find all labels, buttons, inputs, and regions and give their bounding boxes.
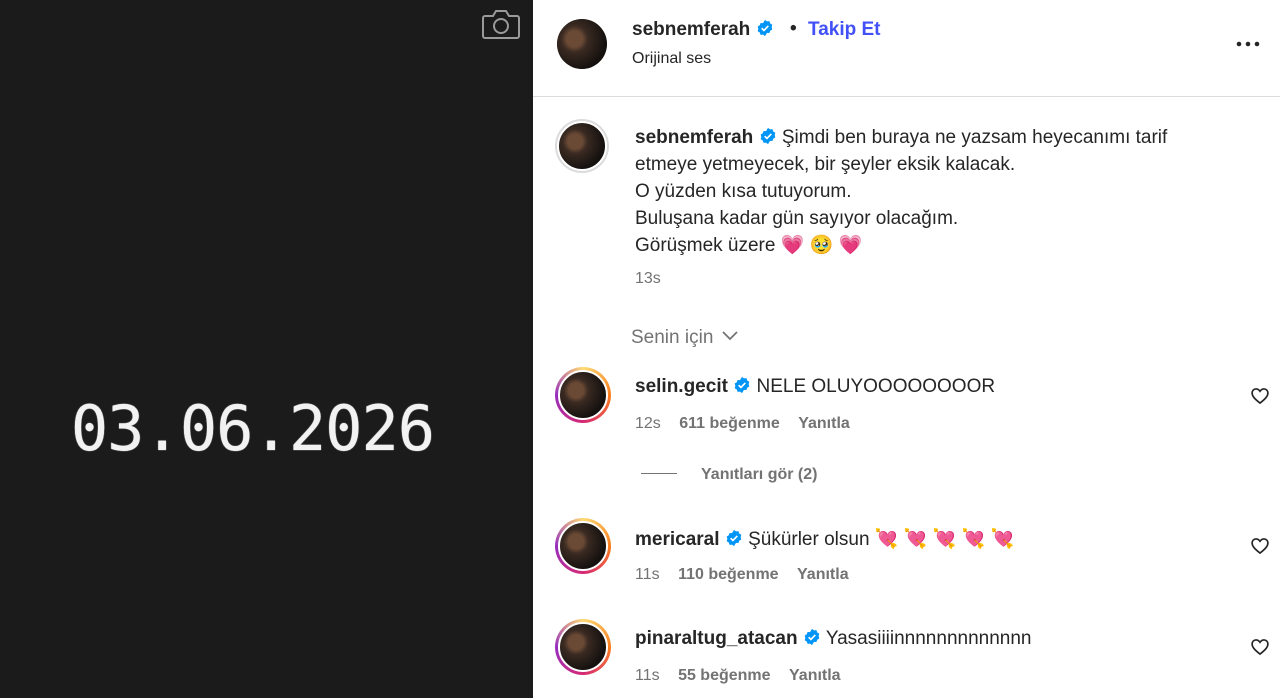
comment-sort-label: Senin için: [631, 327, 714, 348]
comment-sort-dropdown[interactable]: Senin için: [631, 327, 738, 349]
verified-badge-icon: [760, 127, 775, 145]
like-heart-icon[interactable]: [1250, 637, 1270, 657]
commenter-username[interactable]: mericaral: [635, 529, 720, 550]
comment-text: Yasasiiiinnnnnnnnnnnnn: [825, 628, 1032, 649]
comment-likes[interactable]: 110 beğenme: [678, 566, 779, 583]
replies-divider-line: [641, 473, 677, 474]
comment-meta: 11s 55 beğenme Yanıtla: [635, 667, 855, 685]
author-avatar[interactable]: [557, 19, 607, 69]
comment-likes[interactable]: 611 beğenme: [679, 415, 780, 432]
commenter-username[interactable]: pinaraltug_atacan: [635, 628, 798, 649]
reply-button[interactable]: Yanıtla: [798, 415, 850, 432]
post-detail-panel: sebnemferah • Takip Et Orijinal ses sebn…: [533, 0, 1280, 698]
caption-line: Buluşana kadar gün sayıyor olacağım.: [635, 208, 959, 229]
caption-line: Görüşmek üzere 💗 🥹 💗: [635, 235, 863, 256]
comment-body: pinaraltug_atacan Yasasiiiinnnnnnnnnnnnn: [635, 628, 1031, 650]
view-replies-label: Yanıtları gör (2): [701, 466, 818, 483]
more-options-icon[interactable]: [1235, 34, 1261, 54]
caption-username[interactable]: sebnemferah: [635, 127, 753, 148]
verified-badge-icon: [734, 376, 750, 394]
comment-likes[interactable]: 55 beğenme: [678, 667, 770, 684]
commenter-avatar[interactable]: [555, 518, 611, 574]
chevron-down-icon: [722, 331, 738, 341]
reply-button[interactable]: Yanıtla: [797, 566, 849, 583]
comment-meta: 11s 110 beğenme Yanıtla: [635, 566, 863, 584]
comment-time[interactable]: 11s: [635, 667, 660, 684]
comment-text: Şükürler olsun 💘 💘 💘 💘 💘: [748, 529, 1015, 550]
author-username-text[interactable]: sebnemferah: [632, 19, 750, 40]
view-replies-button[interactable]: Yanıtları gör (2): [641, 466, 817, 484]
commenter-username[interactable]: selin.gecit: [635, 376, 728, 397]
comment-meta: 12s 611 beğenme Yanıtla: [635, 415, 864, 433]
like-heart-icon[interactable]: [1250, 386, 1270, 406]
audio-label[interactable]: Orijinal ses: [632, 50, 711, 68]
follow-button[interactable]: Takip Et: [808, 19, 881, 41]
comment-body: selin.gecit NELE OLUYOOOOOOOOR: [635, 376, 995, 398]
comment-body: mericaral Şükürler olsun 💘 💘 💘 💘 💘: [635, 527, 1014, 551]
like-heart-icon[interactable]: [1250, 536, 1270, 556]
camera-icon[interactable]: [481, 8, 521, 40]
verified-badge-icon: [804, 628, 820, 646]
media-date-text: 03.06.2026: [70, 392, 435, 465]
comment-time[interactable]: 11s: [635, 566, 660, 583]
commenter-avatar[interactable]: [555, 619, 611, 675]
post-media[interactable]: 03.06.2026: [0, 0, 533, 698]
comment-text: NELE OLUYOOOOOOOOR: [756, 376, 996, 397]
caption-author-avatar[interactable]: [555, 119, 609, 173]
verified-badge-icon: [757, 19, 772, 37]
caption-line: etmeye yetmeyecek, bir şeyler eksik kala…: [635, 154, 1016, 175]
post-header: sebnemferah • Takip Et Orijinal ses: [533, 0, 1280, 97]
header-separator: •: [790, 18, 797, 39]
comment-time[interactable]: 12s: [635, 415, 661, 432]
post-caption: sebnemferah Şimdi ben buraya ne yazsam h…: [635, 124, 1235, 259]
reply-button[interactable]: Yanıtla: [789, 667, 841, 684]
caption-timestamp[interactable]: 13s: [635, 270, 661, 288]
caption-line: O yüzden kısa tutuyorum.: [635, 181, 852, 202]
author-username[interactable]: sebnemferah: [632, 19, 774, 41]
caption-line: Şimdi ben buraya ne yazsam heyecanımı ta…: [781, 127, 1168, 148]
verified-badge-icon: [726, 529, 742, 547]
commenter-avatar[interactable]: [555, 367, 611, 423]
